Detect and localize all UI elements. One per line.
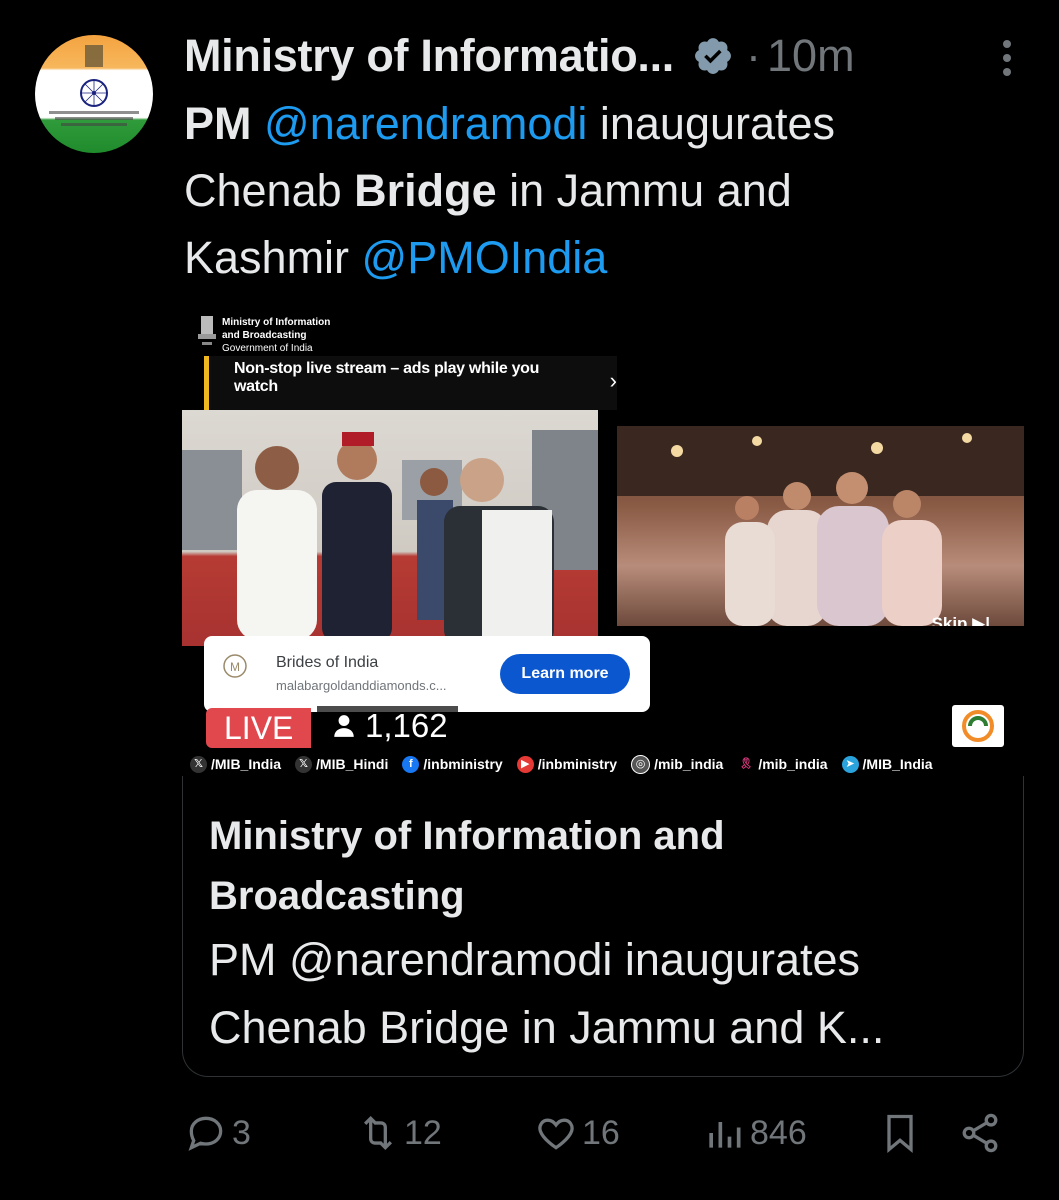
timestamp[interactable]: 10m <box>767 30 855 82</box>
live-badge: LIVE <box>206 708 312 748</box>
reply-count: 3 <box>232 1113 251 1152</box>
tweet-text-bold: Bridge <box>354 165 497 216</box>
views-count: 846 <box>750 1113 807 1152</box>
facebook-icon: f <box>402 755 420 773</box>
tweet-text-segment: Chenab <box>184 165 355 216</box>
ad-card[interactable]: M Brides of India malabargoldanddiamonds… <box>204 636 650 712</box>
repost-button[interactable]: 12 <box>356 1108 442 1158</box>
share-button[interactable] <box>958 1108 1002 1158</box>
tweet-header: Ministry of Informatio... · 10m <box>184 26 1019 86</box>
card-title: Ministry of Information and Broadcasting <box>209 814 725 918</box>
reply-icon <box>188 1116 223 1151</box>
social-handle: 𝕏 /MIB_India <box>190 755 282 773</box>
mention-link[interactable]: @narendramodi <box>264 98 587 149</box>
tweet[interactable]: Ministry of Informatio... · 10m PM @nare… <box>0 0 1059 1200</box>
channel-name-line: Ministry of Information <box>222 317 331 328</box>
telegram-icon: ➤ <box>841 755 859 773</box>
doordarshan-logo-icon <box>952 705 1004 747</box>
views-button[interactable]: 846 <box>702 1108 807 1158</box>
reply-button[interactable]: 3 <box>184 1108 251 1158</box>
heart-icon <box>538 1118 574 1150</box>
like-button[interactable]: 16 <box>534 1108 620 1158</box>
viewer-count: 1,162 <box>317 706 458 746</box>
skip-label: Skip <box>931 614 968 626</box>
separator-dot: · <box>746 30 762 81</box>
social-handle-text: /MIB_India <box>211 756 282 772</box>
author-name[interactable]: Ministry of Informatio... <box>184 30 674 82</box>
learn-more-button[interactable]: Learn more <box>500 654 630 694</box>
social-handle: ➤ /MIB_India <box>841 755 933 773</box>
social-handles-strip: 𝕏 /MIB_India 𝕏 /MIB_Hindi f /inbministry… <box>182 752 1024 776</box>
account-avatar[interactable] <box>35 35 153 153</box>
social-handle-text: /MIB_Hindi <box>316 756 389 772</box>
channel-name: Ministry of Information and Broadcasting… <box>222 316 330 355</box>
emblem-icon <box>49 45 139 126</box>
social-handle: 🎗 /mib_india <box>737 756 828 773</box>
ad-video-frame: Skip ▶| <box>617 426 1024 626</box>
channel-subtitle: Government of India <box>222 343 313 354</box>
bookmark-button[interactable] <box>878 1108 922 1158</box>
tweet-text-segment: inaugurates <box>587 98 836 149</box>
event-scene-image <box>182 430 598 646</box>
social-handle: ▶ /inbministry <box>516 755 618 773</box>
chevron-right-icon: › <box>609 368 617 393</box>
social-handle: f /inbministry <box>402 755 503 773</box>
link-preview-card[interactable]: Ministry of Information and Broadcasting… <box>182 776 1024 1077</box>
social-handle: ◎ /mib_india <box>631 754 724 774</box>
skip-ad-button[interactable]: Skip ▶| <box>932 614 990 626</box>
repost-icon <box>363 1115 393 1151</box>
person-icon <box>334 715 354 737</box>
social-handle-text: /inbministry <box>423 756 503 772</box>
repost-count: 12 <box>404 1113 442 1152</box>
card-description: PM @narendramodi inaugurates Chenab Brid… <box>209 934 885 1053</box>
ad-title: Brides of India <box>276 654 379 671</box>
tweet-text-segment: in Jammu and <box>496 165 792 216</box>
views-chart-icon <box>709 1122 741 1148</box>
social-handle-text: /mib_india <box>758 756 828 772</box>
action-bar: 3 12 16 846 <box>184 1108 1004 1158</box>
x-icon: 𝕏 <box>295 755 313 773</box>
channel-name-line: and Broadcasting <box>222 330 307 341</box>
tweet-text-word: PM <box>184 98 252 149</box>
tweet-text-segment: Kashmir <box>184 232 362 283</box>
emblem-icon <box>198 316 216 345</box>
live-video-player[interactable]: Ministry of Information and Broadcasting… <box>182 300 1024 778</box>
verified-badge-icon[interactable] <box>692 35 734 77</box>
mention-link[interactable]: @PMOIndia <box>362 232 608 283</box>
stream-notice-banner[interactable]: Non-stop live stream – ads play while yo… <box>204 356 617 410</box>
advertiser-logo-icon: M <box>223 654 247 678</box>
koo-icon: 🎗 <box>738 757 753 770</box>
event-video-frame <box>182 410 598 646</box>
social-handle-text: /inbministry <box>537 756 618 772</box>
stream-notice-text: Non-stop live stream – ads play while yo… <box>234 360 540 395</box>
viewer-count-value: 1,162 <box>365 707 448 744</box>
more-options-icon[interactable] <box>995 38 1019 78</box>
svg-text:M: M <box>230 660 240 674</box>
social-handle-text: /mib_india <box>654 756 724 772</box>
bookmark-icon <box>887 1114 913 1154</box>
youtube-icon: ▶ <box>516 755 534 773</box>
ad-url: malabargoldanddiamonds.c... <box>276 678 447 693</box>
like-count: 16 <box>582 1113 620 1152</box>
ad-scene-image <box>617 426 1024 626</box>
social-handle-text: /MIB_India <box>862 756 933 772</box>
instagram-icon: ◎ <box>631 754 651 774</box>
x-icon: 𝕏 <box>190 755 207 773</box>
share-icon <box>962 1113 998 1153</box>
social-handle: 𝕏 /MIB_Hindi <box>295 755 389 773</box>
tweet-text: PM @narendramodi inaugurates Chenab Brid… <box>184 90 1014 291</box>
